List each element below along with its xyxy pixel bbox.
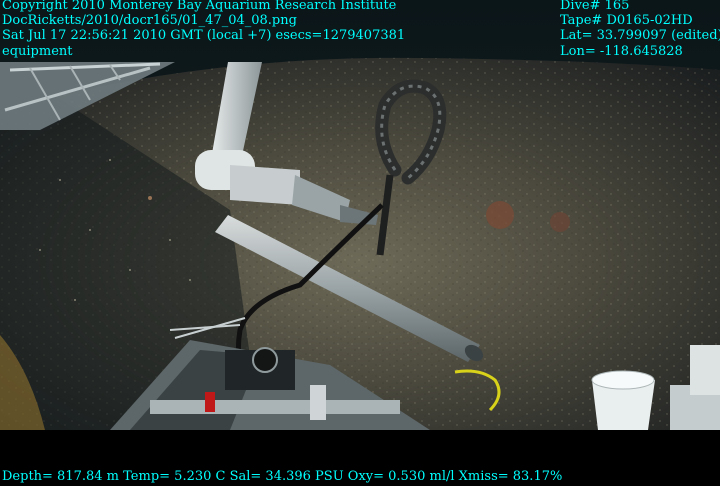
longitude-text: Lon= -118.645828 <box>560 43 683 59</box>
copyright-text: Copyright 2010 Monterey Bay Aquarium Res… <box>2 0 397 13</box>
latitude-text: Lat= 33.799097 (edited) <box>560 28 720 44</box>
video-frame: Copyright 2010 Monterey Bay Aquarium Res… <box>0 0 720 486</box>
image-path-text: DocRicketts/2010/docr165/01_47_04_08.png <box>2 13 297 29</box>
marine-organism <box>486 201 514 229</box>
tape-number-text: Tape# D0165-02HD <box>560 13 693 29</box>
marine-organism <box>550 212 570 232</box>
timestamp-text: Sat Jul 17 22:56:21 2010 GMT (local +7) … <box>2 28 406 44</box>
subject-text: equipment <box>2 43 73 59</box>
overlay-top-left: Copyright 2010 Monterey Bay Aquarium Res… <box>2 0 405 59</box>
dive-number-text: Dive# 165 <box>560 0 630 13</box>
sensor-readout-text: Depth= 817.84 m Temp= 5.230 C Sal= 34.39… <box>2 469 563 484</box>
seafloor-scene-image <box>0 0 720 430</box>
overlay-top-right: Dive# 165 Tape# D0165-02HD Lat= 33.79909… <box>560 0 720 59</box>
